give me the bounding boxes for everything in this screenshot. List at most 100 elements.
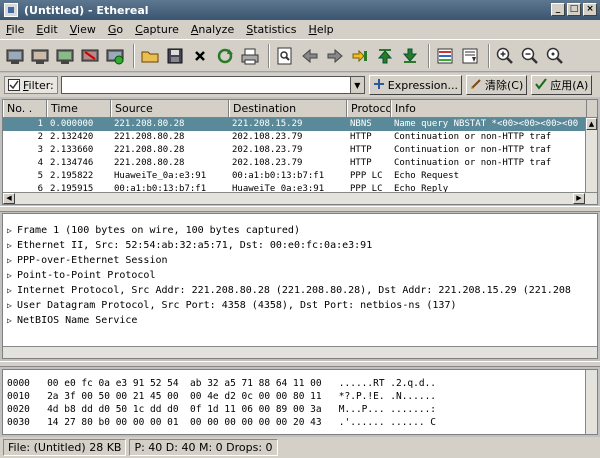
packet-details-tree[interactable]: ▷ Frame 1 (100 bytes on wire, 100 bytes c… — [2, 213, 598, 359]
zoom-in-icon[interactable] — [494, 45, 516, 67]
status-bar: File: (Untitled) 28 KB P: 40 D: 40 M: 0 … — [0, 437, 600, 458]
column-header-protocol[interactable]: Protocol — [347, 100, 391, 117]
menu-bar: File Edit View Go Capture Analyze Statistics He… — [0, 20, 600, 40]
packet-list-header: No. . Time Source Destination Protocol I… — [3, 100, 597, 118]
filter-label: Filter: — [23, 78, 54, 92]
pane-splitter-top[interactable] — [0, 206, 600, 212]
clear-button[interactable]: 清除(C) — [465, 75, 528, 95]
menu-item-go[interactable]: Go — [108, 23, 123, 36]
packet-row[interactable]: 1 0.000000 221.208.80.28 221.208.15.29 NBNS N… — [3, 118, 597, 131]
column-header-destination[interactable]: Destination — [229, 100, 347, 117]
hex-row[interactable]: 0010 2a 3f 00 50 00 21 45 00 00 4e d2 0c… — [3, 390, 597, 403]
hex-row[interactable]: 0030 14 27 80 b0 00 00 00 01 00 00 00 00… — [3, 416, 597, 429]
start-capture-icon[interactable] — [54, 45, 76, 67]
hex-ascii: *?.P.!E. .N...... — [338, 391, 437, 402]
detail-tree-item[interactable]: ▷ Internet Protocol, Src Addr: 221.208.80… — [3, 283, 597, 298]
column-header-info[interactable]: Info — [391, 100, 587, 117]
column-header-time[interactable]: Time — [47, 100, 111, 117]
title-bar: (Untitled) - Ethereal _ □ × — [0, 0, 600, 20]
go-first-packet-icon[interactable] — [374, 45, 396, 67]
hex-offset: 0000 — [7, 378, 30, 389]
scroll-right-arrow[interactable]: ▶ — [573, 193, 585, 204]
restart-capture-icon[interactable] — [104, 45, 126, 67]
save-icon[interactable] — [164, 45, 186, 67]
packet-cell-proto: HTTP — [350, 158, 372, 168]
detail-tree-item[interactable]: ▷ Point-to-Point Protocol — [3, 268, 597, 283]
go-forward-icon[interactable] — [324, 45, 346, 67]
column-header-source[interactable]: Source — [111, 100, 229, 117]
minimize-button[interactable]: _ — [551, 3, 565, 16]
packet-row[interactable]: 4 2.134746 221.208.80.28 202.108.23.79 HTTP C… — [3, 157, 597, 170]
column-header-no[interactable]: No. . — [3, 100, 47, 117]
packet-row[interactable]: 3 2.133660 221.208.80.28 202.108.23.79 HTTP C… — [3, 144, 597, 157]
stop-capture-icon[interactable] — [79, 45, 101, 67]
menu-item-help[interactable]: Help — [309, 23, 334, 36]
menu-item-edit[interactable]: Edit — [36, 23, 57, 36]
hex-row[interactable]: 0000 00 e0 fc 0a e3 91 52 54 ab 32 a5 71… — [3, 377, 597, 390]
go-to-packet-icon[interactable] — [349, 45, 371, 67]
filter-input[interactable] — [60, 76, 351, 94]
packet-cell-time: 2.133660 — [50, 145, 94, 155]
detail-tree-item[interactable]: ▷ Ethernet II, Src: 52:54:ab:32:a5:71, Ds… — [3, 238, 597, 253]
packet-list[interactable]: No. . Time Source Destination Protocol I… — [2, 99, 598, 205]
packet-cell-time: 2.134746 — [50, 158, 94, 168]
print-icon[interactable] — [239, 45, 261, 67]
auto-scroll-icon[interactable] — [459, 45, 481, 67]
detail-tree-item[interactable]: ▷ Frame 1 (100 bytes on wire, 100 bytes c… — [3, 223, 597, 238]
filter-dropdown[interactable]: ▼ — [350, 76, 365, 94]
close-file-icon[interactable] — [189, 45, 211, 67]
hex-offset: 0010 — [7, 391, 30, 402]
expand-triangle-icon[interactable]: ▷ — [7, 223, 17, 238]
close-button[interactable]: × — [583, 3, 597, 16]
hex-ascii: .'...... ...... C — [338, 417, 437, 428]
packet-list-vscrollbar[interactable]: ▲ — [585, 118, 597, 192]
pane-splitter-bottom[interactable] — [0, 361, 600, 367]
detail-tree-item[interactable]: ▷ PPP-over-Ethernet Session — [3, 253, 597, 268]
detail-tree-label: User Datagram Protocol, Src Port: 4358 (… — [17, 300, 457, 311]
detail-tree-item[interactable]: ▷ NetBIOS Name Service — [3, 313, 597, 328]
packet-list-hscrollbar[interactable]: ◀ ▶ — [3, 192, 597, 204]
packet-bytes-pane[interactable]: 0000 00 e0 fc 0a e3 91 52 54 ab 32 a5 71… — [2, 369, 598, 435]
hex-bytes: 2a 3f 00 50 00 21 45 00 00 4e d2 0c 00 0… — [47, 391, 322, 402]
scroll-left-arrow[interactable]: ◀ — [3, 193, 15, 204]
expand-triangle-icon[interactable]: ▷ — [7, 238, 17, 253]
filter-button[interactable]: Filter: — [4, 76, 58, 94]
go-last-packet-icon[interactable] — [399, 45, 421, 67]
scroll-up-arrow[interactable]: ▲ — [586, 118, 597, 130]
main-toolbar — [0, 40, 600, 72]
zoom-out-icon[interactable] — [519, 45, 541, 67]
packet-row[interactable]: 2 2.132420 221.208.80.28 202.108.23.79 HTTP C… — [3, 131, 597, 144]
maximize-button[interactable]: □ — [567, 3, 581, 16]
hex-offset: 0030 — [7, 417, 30, 428]
expand-triangle-icon[interactable]: ▷ — [7, 283, 17, 298]
expand-triangle-icon[interactable]: ▷ — [7, 313, 17, 328]
menu-item-file[interactable]: File — [6, 23, 24, 36]
menu-item-statistics[interactable]: Statistics — [246, 23, 296, 36]
detail-tree-item[interactable]: ▷ User Datagram Protocol, Src Port: 4358 … — [3, 298, 597, 313]
zoom-normal-icon[interactable] — [544, 45, 566, 67]
go-back-icon[interactable] — [299, 45, 321, 67]
colorize-icon[interactable] — [434, 45, 456, 67]
menu-item-view[interactable]: View — [70, 23, 96, 36]
packet-rows: 1 0.000000 221.208.80.28 221.208.15.29 NBNS N… — [3, 118, 597, 196]
bytes-vscrollbar[interactable] — [585, 370, 597, 434]
interfaces-icon[interactable] — [4, 45, 26, 67]
apply-button[interactable]: 应用(A) — [531, 75, 593, 95]
expand-triangle-icon[interactable]: ▷ — [7, 253, 17, 268]
expression-button[interactable]: Expression... — [368, 75, 462, 95]
packet-cell-no: 5 — [37, 171, 43, 181]
packet-cell-dst: 221.208.15.29 — [232, 119, 303, 129]
open-folder-icon[interactable] — [139, 45, 161, 67]
details-hscrollbar[interactable] — [3, 346, 597, 358]
reload-icon[interactable] — [214, 45, 236, 67]
find-packet-icon[interactable] — [274, 45, 296, 67]
expand-triangle-icon[interactable]: ▷ — [7, 298, 17, 313]
filter-bar: Filter: ▼ Expression... 清除(C) 应用(A) — [0, 73, 600, 97]
menu-item-capture[interactable]: Capture — [135, 23, 179, 36]
expand-triangle-icon[interactable]: ▷ — [7, 268, 17, 283]
app-icon[interactable] — [4, 3, 18, 17]
menu-item-analyze[interactable]: Analyze — [191, 23, 234, 36]
packet-row[interactable]: 5 2.195822 HuaweiTe_0a:e3:91 00:a1:b0:13:b7… — [3, 170, 597, 183]
hex-row[interactable]: 0020 4d b8 dd d0 50 1c dd d0 0f 1d 11 06… — [3, 403, 597, 416]
capture-options-icon[interactable] — [29, 45, 51, 67]
